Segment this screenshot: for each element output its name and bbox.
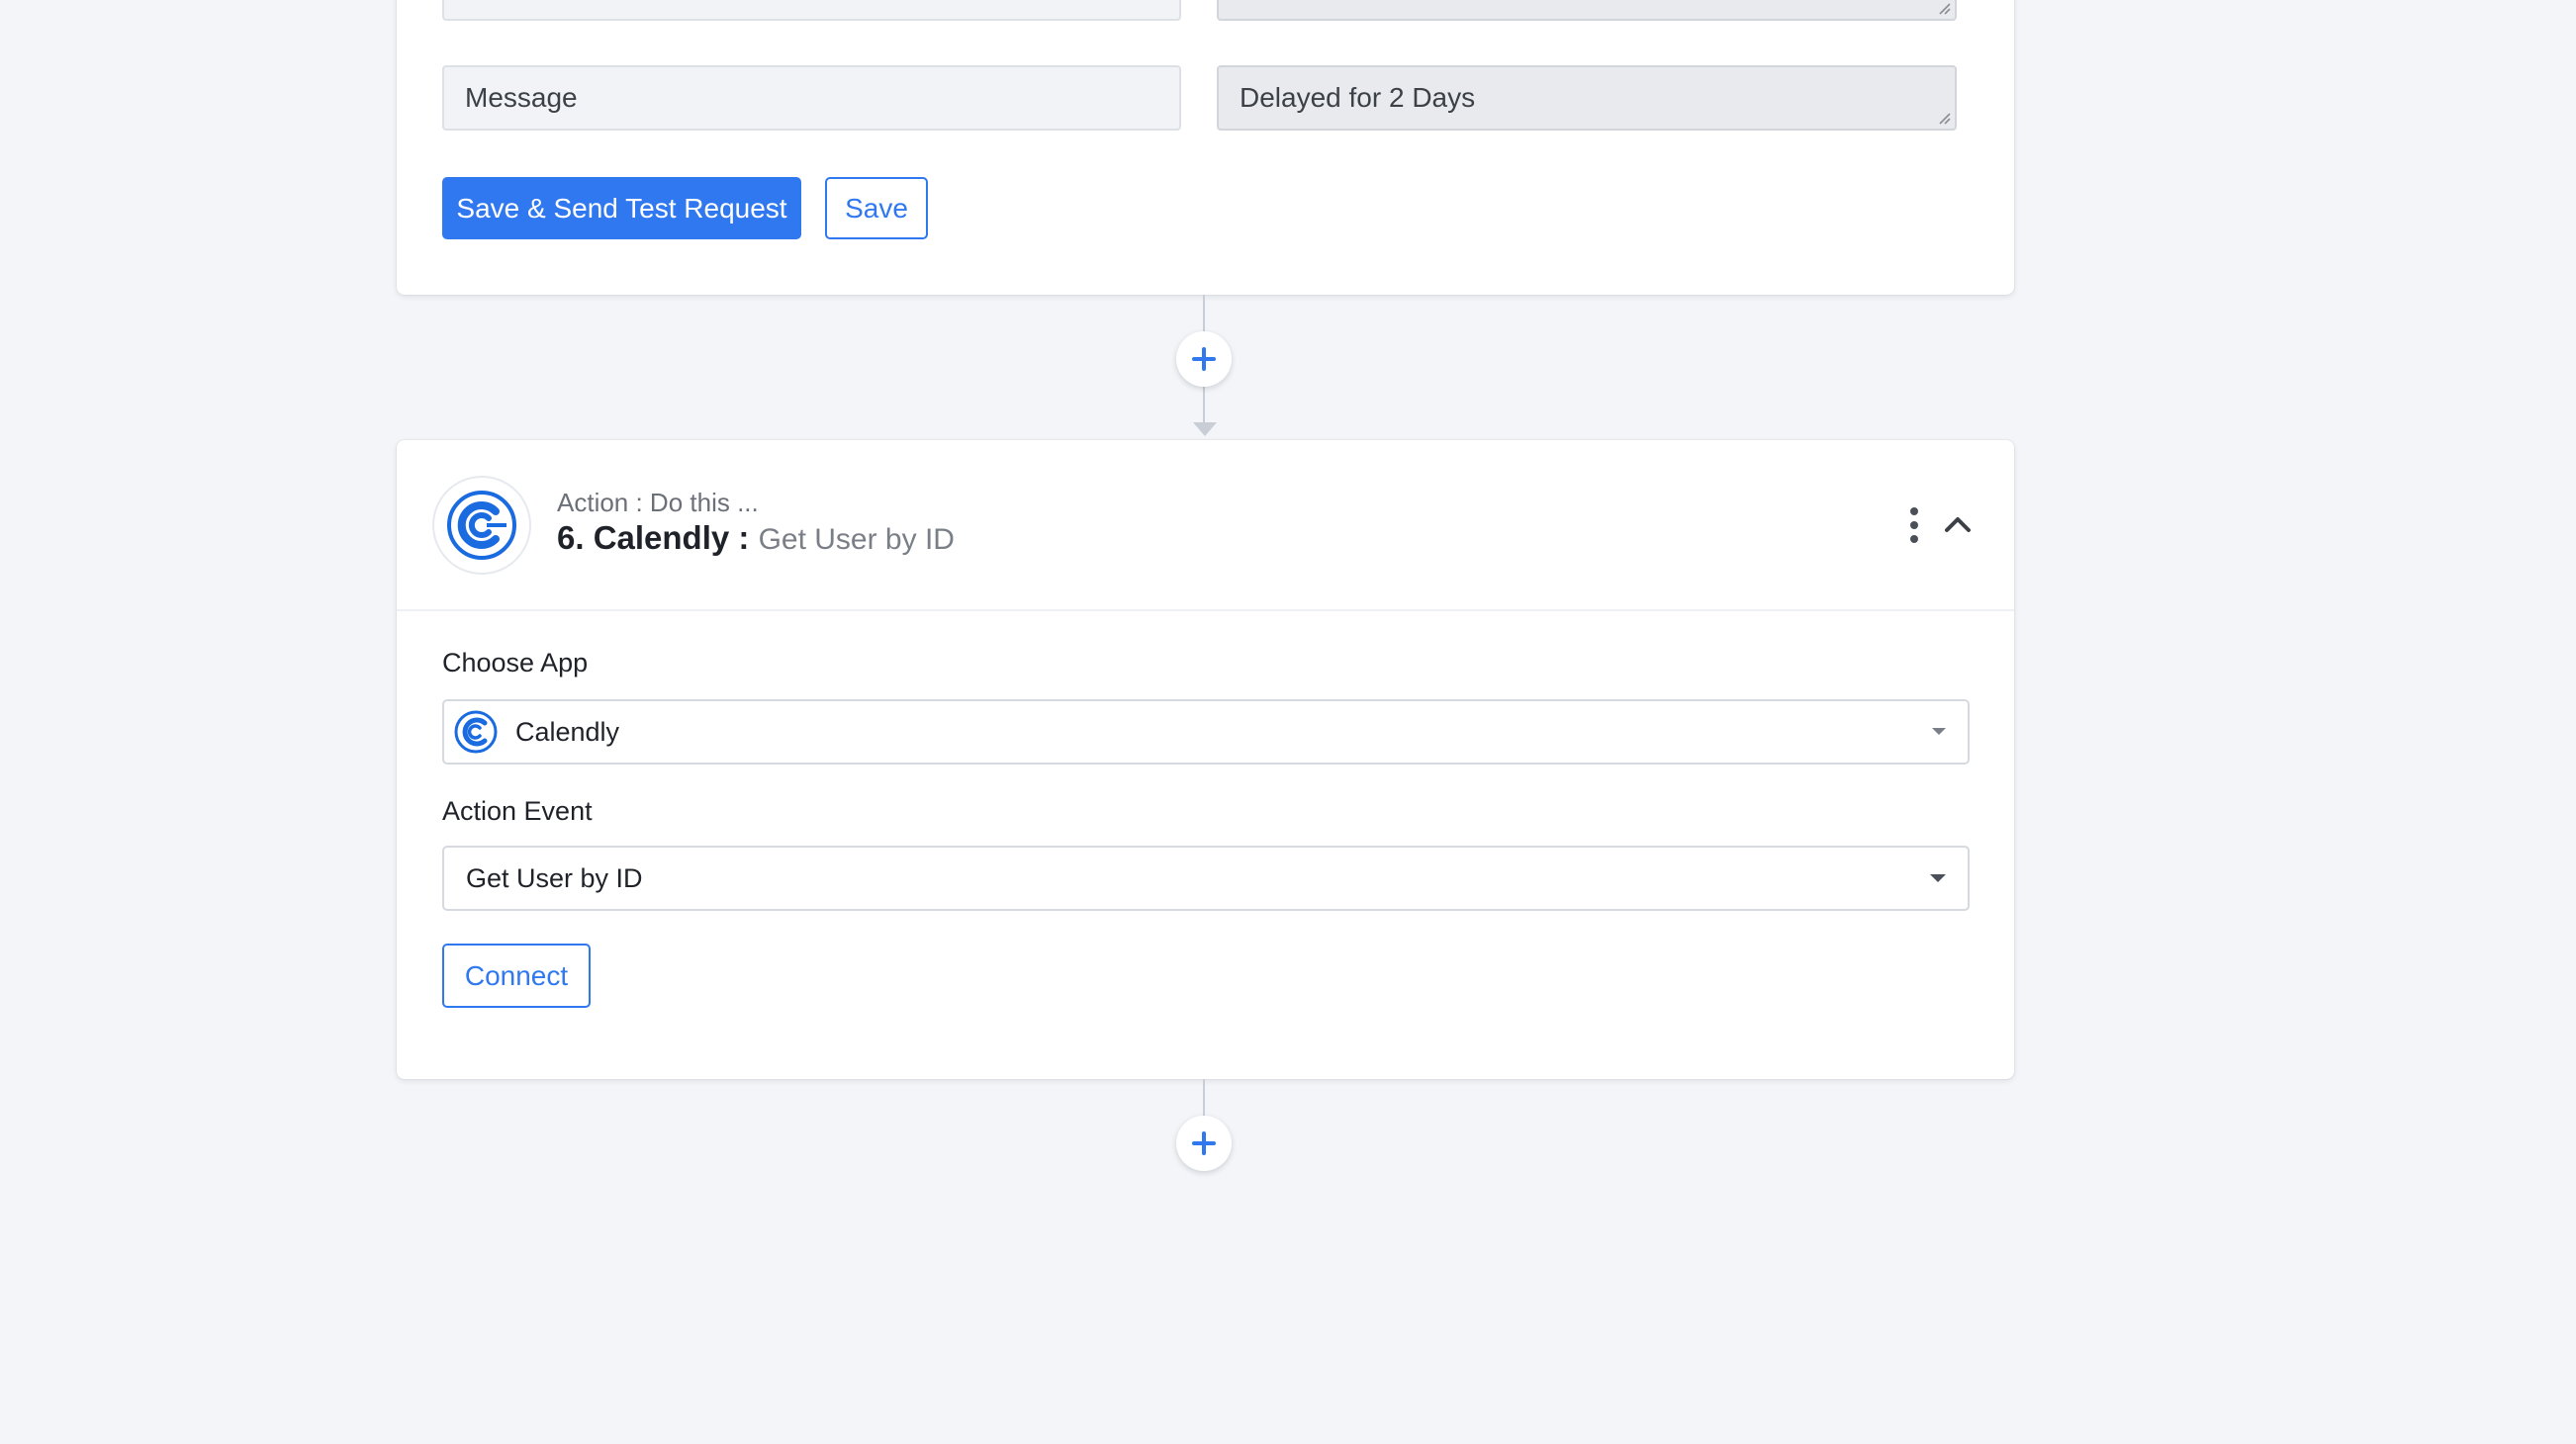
chevron-down-icon [1930,874,1946,882]
action-event-select[interactable]: Get User by ID [442,846,1970,911]
response-value-field-status[interactable]: success [1217,0,1957,21]
chevron-down-icon [1932,728,1946,735]
resize-grip-icon[interactable] [1937,111,1951,125]
plus-icon [1192,347,1216,371]
step-title: 6. Calendly : Get User by ID [557,519,955,557]
step-event-name: Get User by ID [758,523,955,556]
kebab-dot [1910,507,1918,515]
response-value-field-message[interactable]: Delayed for 2 Days [1217,65,1957,131]
save-send-test-request-button[interactable]: Save & Send Test Request [442,177,801,239]
connector-arrow-icon [1193,422,1217,436]
choose-app-select[interactable]: Calendly [442,699,1970,765]
response-key-text: Status [465,0,543,4]
response-key-text: Message [465,82,578,113]
response-key-field-status[interactable]: Status [442,0,1181,21]
response-value-text: Delayed for 2 Days [1240,82,1476,113]
calendly-small-icon [454,710,498,754]
calendly-logo-icon [447,491,516,560]
step-type-label: Action : Do this ... [557,488,759,517]
resize-grip-icon[interactable] [1937,1,1951,15]
add-step-button[interactable] [1176,331,1232,387]
selected-event-text: Get User by ID [466,862,643,893]
more-options-button[interactable] [1902,507,1926,543]
calendly-logo [432,476,531,575]
save-button[interactable]: Save [825,177,928,239]
response-value-text: success [1240,0,1339,4]
chevron-up-icon[interactable] [1942,509,1974,541]
action-step-card: Action : Do this ... 6. Calendly : Get U… [397,440,2014,1079]
kebab-dot [1910,521,1918,529]
action-step-header[interactable]: Action : Do this ... 6. Calendly : Get U… [397,440,2014,611]
previous-step-card: Status success Message Delayed for 2 Day… [397,0,2014,295]
choose-app-label: Choose App [442,648,589,677]
connect-button[interactable]: Connect [442,944,591,1008]
response-key-field-message[interactable]: Message [442,65,1181,131]
step-number-app: 6. Calendly : [557,519,750,556]
action-event-label: Action Event [442,796,593,826]
kebab-dot [1910,535,1918,543]
plus-icon [1192,1131,1216,1155]
selected-app-text: Calendly [515,716,620,747]
add-step-button[interactable] [1176,1116,1232,1171]
